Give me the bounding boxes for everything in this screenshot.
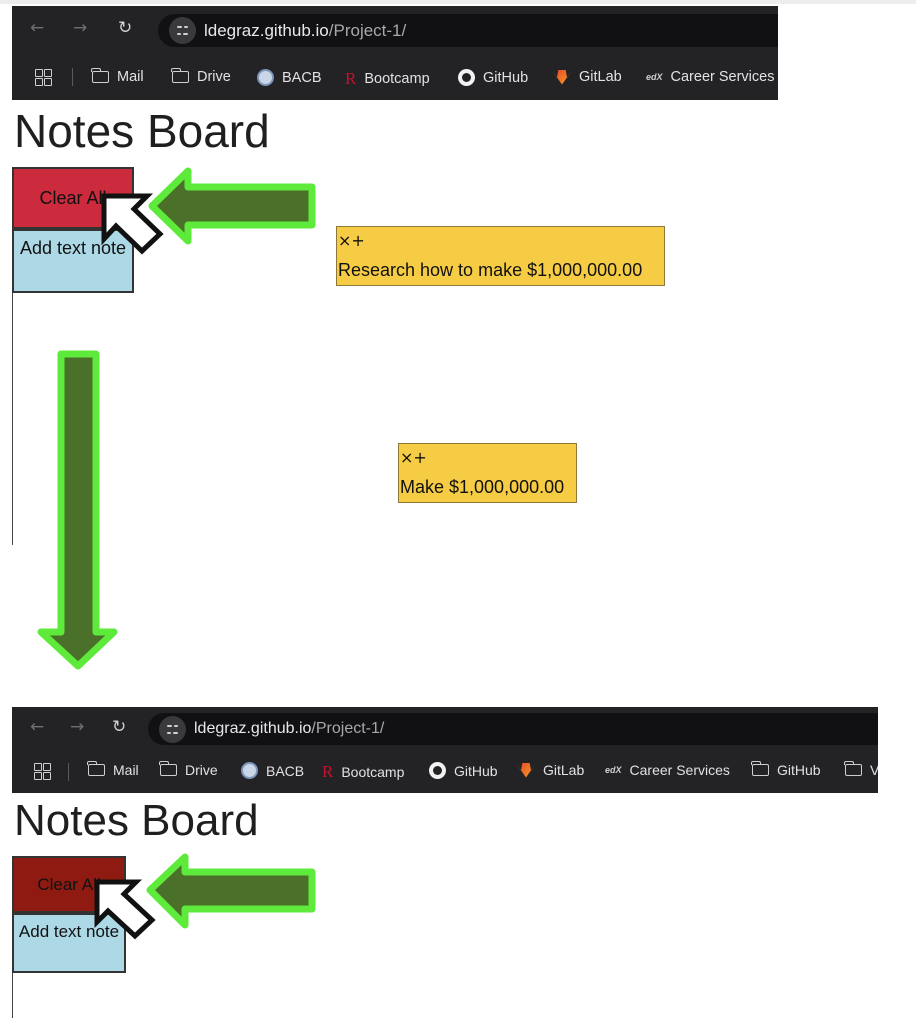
arrow-left-annotation — [148, 167, 316, 245]
cursor-arrow-icon — [94, 879, 156, 940]
annotation-overlay — [37, 167, 316, 940]
arrow-left-annotation — [146, 853, 316, 929]
arrow-down-annotation — [37, 350, 118, 670]
